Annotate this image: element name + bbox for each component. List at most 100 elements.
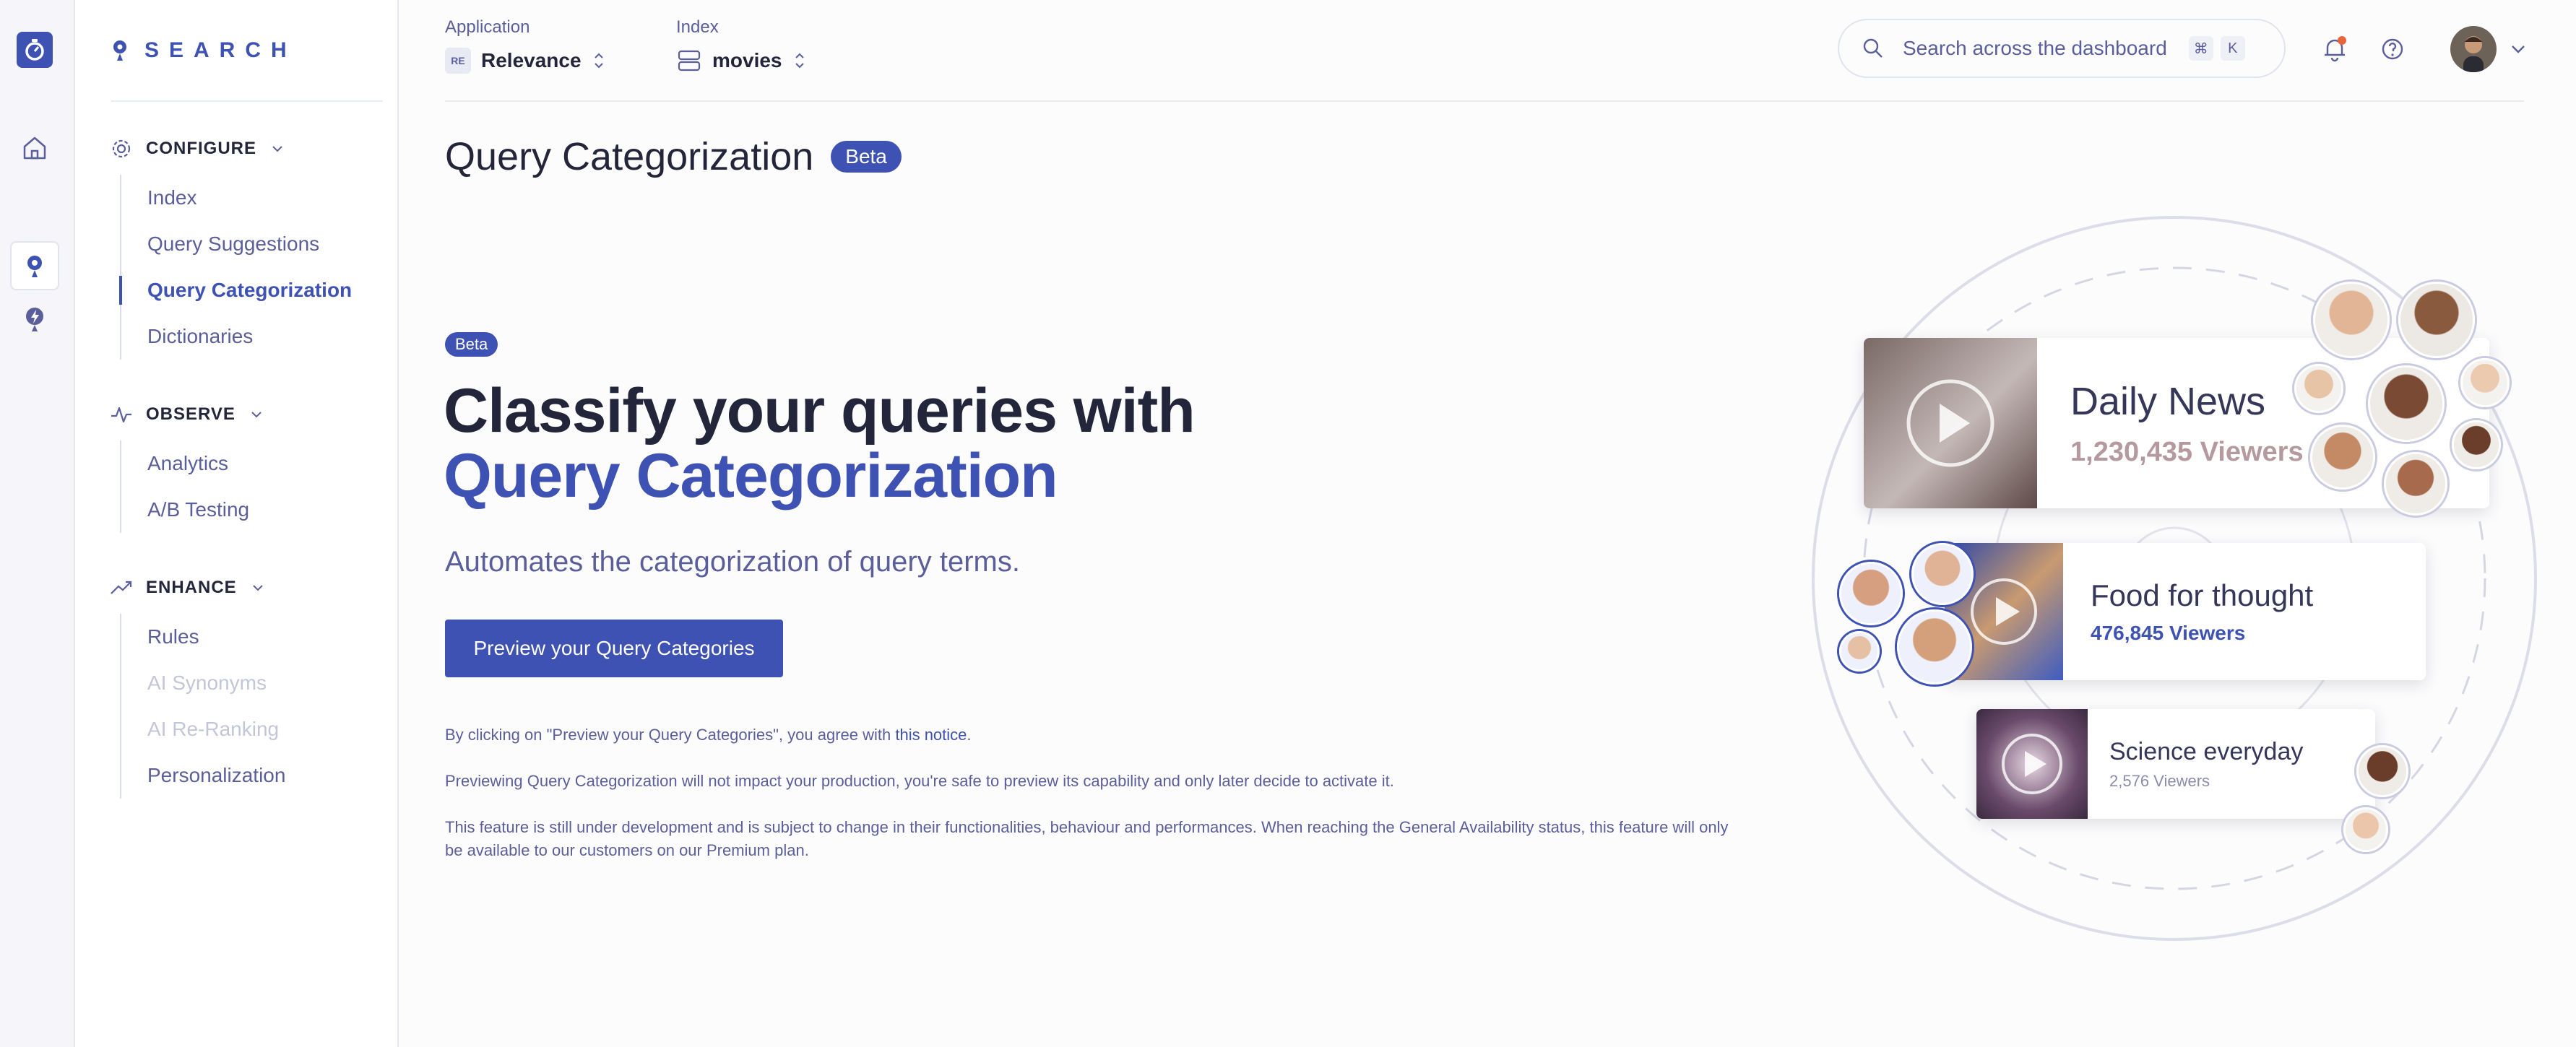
app-rail — [0, 0, 75, 1047]
sidebar-item-query-suggestions[interactable]: Query Suggestions — [121, 221, 352, 267]
chevron-down-icon — [2512, 45, 2525, 53]
chevron-down-icon — [251, 412, 262, 418]
viewer-avatar — [2452, 420, 2501, 469]
group-enhance: ENHANCE Rules AI Synonyms AI Re-Ranking … — [110, 573, 285, 799]
card-viewers: 1,230,435 Viewers — [2070, 436, 2304, 467]
trend-up-icon — [111, 581, 132, 594]
search-icon — [1863, 38, 1883, 58]
viewer-avatar — [2294, 364, 2343, 413]
avatar — [2450, 26, 2497, 72]
search-placeholder: Search across the dashboard — [1903, 37, 2167, 59]
group-configure: CONFIGURE Index Query Suggestions Query … — [110, 134, 352, 360]
play-icon — [1906, 379, 1994, 467]
help-button[interactable] — [2377, 33, 2408, 65]
video-thumbnail — [1864, 338, 2037, 508]
group-title: OBSERVE — [146, 404, 235, 424]
group-configure-toggle[interactable]: CONFIGURE — [110, 134, 352, 163]
viewer-avatar — [1911, 543, 1974, 605]
index-selector[interactable]: Index movies — [676, 17, 807, 74]
user-menu[interactable] — [2450, 26, 2528, 72]
recommend-product-icon[interactable] — [18, 303, 51, 336]
sort-chevrons-icon — [795, 53, 804, 69]
viewer-avatar — [1839, 631, 1880, 672]
application-badge: RE — [445, 48, 471, 74]
sidebar-item-ai-synonyms: AI Synonyms — [147, 672, 267, 694]
application-selector[interactable]: Application RE Relevance — [445, 17, 606, 74]
database-icon — [678, 50, 701, 71]
index-label: Index — [676, 17, 719, 37]
viewer-avatar — [2356, 745, 2408, 797]
sidebar-item-dictionaries[interactable]: Dictionaries — [121, 313, 352, 360]
kbd-cmd: ⌘ — [2188, 36, 2213, 61]
group-title: ENHANCE — [146, 578, 237, 597]
notice-prefix: By clicking on "Preview your Query Categ… — [445, 726, 896, 744]
group-observe: OBSERVE Analytics A/B Testing — [110, 400, 264, 533]
group-observe-toggle[interactable]: OBSERVE — [110, 400, 264, 429]
app-logo-icon[interactable] — [17, 32, 53, 68]
sort-chevrons-icon — [594, 53, 603, 69]
hero-heading: Classify your queries with Query Categor… — [444, 376, 1196, 511]
beta-badge: Beta — [831, 141, 902, 173]
viewer-avatar — [2398, 282, 2475, 358]
card-viewers: 476,845 Viewers — [2091, 622, 2246, 644]
sidebar-item-rules[interactable]: Rules — [121, 614, 285, 660]
play-icon — [1971, 578, 2037, 645]
notice-suffix: . — [967, 726, 972, 744]
gear-icon — [112, 139, 131, 158]
sidebar-item-analytics[interactable]: Analytics — [121, 440, 264, 487]
chevron-down-icon — [272, 146, 282, 152]
hero-line-2: Query Categorization — [444, 441, 1058, 511]
application-value: Relevance — [481, 49, 582, 71]
play-icon — [2002, 734, 2062, 794]
video-card-food-for-thought: Food for thought 476,845 Viewers — [1945, 543, 2426, 680]
search-product-icon[interactable] — [10, 241, 59, 290]
global-search[interactable]: Search across the dashboard ⌘ K — [1838, 19, 2286, 78]
illustration: Daily News 1,230,435 Viewers Food for th… — [1806, 214, 2576, 943]
home-icon[interactable] — [18, 131, 51, 165]
viewer-avatar — [2343, 807, 2388, 852]
divider — [111, 100, 383, 102]
brand: SEARCH — [111, 33, 297, 68]
preview-query-categories-button[interactable]: Preview your Query Categories — [445, 620, 783, 677]
viewer-avatar — [2384, 452, 2447, 516]
sidebar-item-personalization[interactable]: Personalization — [121, 752, 285, 799]
sidebar-item-ai-re-ranking: AI Re-Ranking — [147, 718, 280, 740]
viewer-avatar — [2368, 365, 2445, 442]
bell-icon — [2325, 36, 2346, 62]
notice-link[interactable]: this notice — [895, 726, 967, 744]
hero-line-1: Classify your queries with — [444, 376, 1196, 446]
brand-pin-icon — [113, 40, 126, 61]
card-viewers: 2,576 Viewers — [2109, 771, 2210, 790]
note-preview: Previewing Query Categorization will not… — [445, 772, 1394, 790]
video-card-science-everyday: Science everyday 2,576 Viewers — [1976, 709, 2375, 819]
page-title-row: Query Categorization Beta — [445, 134, 902, 179]
chevron-down-icon — [252, 585, 263, 591]
card-title: Food for thought — [2091, 578, 2314, 612]
help-circle-icon — [2382, 38, 2403, 60]
viewer-avatar — [1839, 562, 1903, 625]
application-label: Application — [445, 17, 530, 37]
pulse-icon — [111, 407, 131, 423]
viewer-avatar — [2310, 425, 2375, 490]
viewer-avatar — [1897, 609, 1972, 685]
sidebar-item-query-categorization[interactable]: Query Categorization — [118, 267, 352, 313]
card-title: Daily News — [2070, 379, 2266, 423]
header-divider — [445, 100, 2524, 102]
kbd-k: K — [2220, 36, 2245, 61]
index-value: movies — [712, 49, 782, 71]
group-enhance-toggle[interactable]: ENHANCE — [110, 573, 285, 602]
viewer-avatar — [2313, 282, 2390, 358]
notice-text: By clicking on "Preview your Query Categ… — [445, 724, 1731, 747]
page-title: Query Categorization — [445, 135, 814, 178]
sidebar-item-index[interactable]: Index — [121, 175, 352, 221]
section-beta-badge: Beta — [445, 332, 498, 357]
note-development: This feature is still under development … — [445, 818, 1729, 859]
card-title: Science everyday — [2109, 737, 2304, 765]
viewer-avatar — [2460, 358, 2510, 407]
sidebar-item-ab-testing[interactable]: A/B Testing — [121, 487, 264, 533]
brand-name: SEARCH — [144, 38, 297, 62]
notifications-button[interactable] — [2319, 33, 2351, 65]
group-title: CONFIGURE — [146, 139, 256, 158]
hero-subtitle: Automates the categorization of query te… — [445, 546, 1020, 578]
video-thumbnail — [1976, 709, 2088, 819]
